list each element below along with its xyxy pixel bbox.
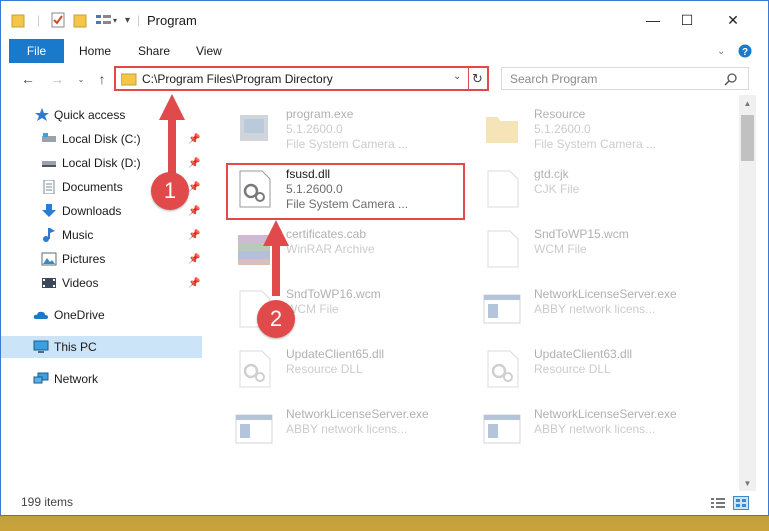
tab-file[interactable]: File (9, 39, 64, 63)
scroll-thumb[interactable] (741, 115, 754, 161)
svg-text:?: ? (742, 47, 748, 58)
exe-icon (240, 115, 268, 141)
file-list: program.exe 5.1.2600.0 File System Camer… (206, 95, 739, 463)
sidebar-item-pictures[interactable]: Pictures 📌 (1, 248, 202, 270)
view-options-icon[interactable] (95, 10, 113, 30)
videos-icon (42, 278, 56, 288)
address-path: C:\Program Files\Program Directory (142, 72, 333, 86)
annotation-step-1: 1 (151, 172, 189, 210)
maximize-button[interactable]: ☐ (664, 1, 710, 39)
pin-icon: 📌 (188, 205, 201, 217)
file-icon (487, 230, 519, 268)
ribbon: File Home Share View ⌄ ? (1, 39, 768, 63)
status-bar: 199 items (1, 491, 768, 515)
pin-icon: 📌 (188, 277, 201, 289)
pin-icon: 📌 (188, 157, 201, 169)
address-bar[interactable]: C:\Program Files\Program Directory ⌄ ↻ (114, 66, 489, 91)
window-icon (483, 294, 521, 324)
drive-icon (42, 133, 56, 142)
recent-locations-icon[interactable]: ⌄ (71, 69, 91, 89)
tab-share[interactable]: Share (138, 39, 170, 63)
file-icon (487, 170, 519, 208)
drive-icon (42, 161, 56, 167)
file-item-program-exe[interactable]: program.exe 5.1.2600.0 File System Camer… (234, 105, 474, 155)
navigation-bar: ← → ⌄ ↑ C:\Program Files\Program Directo… (1, 63, 768, 95)
star-icon (35, 108, 49, 121)
details-view-icon[interactable] (710, 497, 726, 509)
pictures-icon (41, 252, 57, 266)
sidebar-item-network[interactable]: Network (1, 368, 202, 390)
pin-icon: 📌 (188, 133, 201, 145)
folder-icon (121, 73, 137, 86)
title-bar: | ▾ ▾ | Program — ☐ ✕ (1, 1, 768, 39)
file-item-updateclient63-dll[interactable]: UpdateClient63.dll Resource DLL (482, 345, 722, 395)
search-icon (724, 73, 737, 86)
pin-icon: 📌 (188, 181, 201, 193)
file-item-updateclient65-dll[interactable]: UpdateClient65.dll Resource DLL (234, 345, 474, 395)
customize-toolbar-icon[interactable]: ▾ (125, 10, 130, 30)
up-button[interactable]: ↑ (92, 69, 112, 89)
back-button[interactable]: ← (18, 69, 38, 89)
window-title: Program (147, 13, 197, 28)
search-input[interactable]: Search Program (501, 67, 749, 90)
downloads-icon (42, 204, 56, 217)
scroll-up-icon[interactable]: ▲ (739, 95, 756, 111)
pin-icon: 📌 (188, 253, 201, 265)
folder-icon (486, 117, 518, 143)
explorer-window: | ▾ ▾ | Program — ☐ ✕ File Home Share Vi… (0, 0, 769, 516)
dropdown-icon[interactable]: ▾ (113, 10, 117, 30)
file-item-networklicenseserver-exe[interactable]: NetworkLicenseServer.exe ABBY network li… (482, 285, 722, 335)
file-highlight-box (226, 163, 465, 220)
forward-button[interactable]: → (47, 69, 67, 89)
tab-view[interactable]: View (196, 39, 222, 63)
documents-icon (43, 180, 55, 194)
sidebar-item-videos[interactable]: Videos 📌 (1, 272, 202, 294)
file-item-resource[interactable]: Resource 5.1.2600.0 File System Camera .… (482, 105, 722, 155)
help-icon[interactable]: ? (738, 39, 752, 63)
refresh-icon[interactable]: ↻ (472, 71, 483, 87)
window-icon (483, 414, 521, 444)
annotation-arrowhead-2 (263, 220, 289, 246)
window-icon (235, 414, 273, 444)
sidebar-item-onedrive[interactable]: OneDrive (1, 304, 202, 326)
vertical-scrollbar[interactable]: ▲ ▼ (739, 95, 756, 491)
annotation-arrow-2 (272, 244, 280, 296)
annotation-step-2: 2 (257, 300, 295, 338)
sidebar-item-music[interactable]: Music 📌 (1, 224, 202, 246)
item-count: 199 items (21, 495, 74, 509)
tab-home[interactable]: Home (79, 39, 111, 63)
expand-ribbon-icon[interactable]: ⌄ (717, 39, 725, 63)
pc-icon (33, 340, 49, 353)
folder-icon (11, 10, 25, 30)
file-item-gtd-cjk[interactable]: gtd.cjk CJK File (482, 165, 722, 215)
tiles-view-icon[interactable] (733, 496, 749, 510)
network-icon (33, 372, 49, 384)
onedrive-icon (33, 311, 48, 319)
properties-icon[interactable] (51, 10, 65, 30)
dll-icon (239, 350, 271, 388)
sidebar-item-this-pc[interactable]: This PC (1, 336, 202, 358)
new-folder-icon[interactable] (73, 10, 87, 30)
scroll-down-icon[interactable]: ▼ (739, 475, 756, 491)
file-item-networklicenseserver-exe[interactable]: NetworkLicenseServer.exe ABBY network li… (234, 405, 474, 455)
close-button[interactable]: ✕ (710, 1, 756, 39)
search-placeholder: Search Program (510, 72, 598, 86)
file-item-networklicenseserver-exe[interactable]: NetworkLicenseServer.exe ABBY network li… (482, 405, 722, 455)
annotation-arrow-1 (168, 118, 176, 180)
annotation-arrowhead-1 (159, 94, 185, 120)
pin-icon: 📌 (188, 229, 201, 241)
music-icon (43, 228, 55, 242)
dll-icon (487, 350, 519, 388)
address-dropdown-icon[interactable]: ⌄ (453, 71, 461, 82)
file-item-sndtowp15-wcm[interactable]: SndToWP15.wcm WCM File (482, 225, 722, 275)
